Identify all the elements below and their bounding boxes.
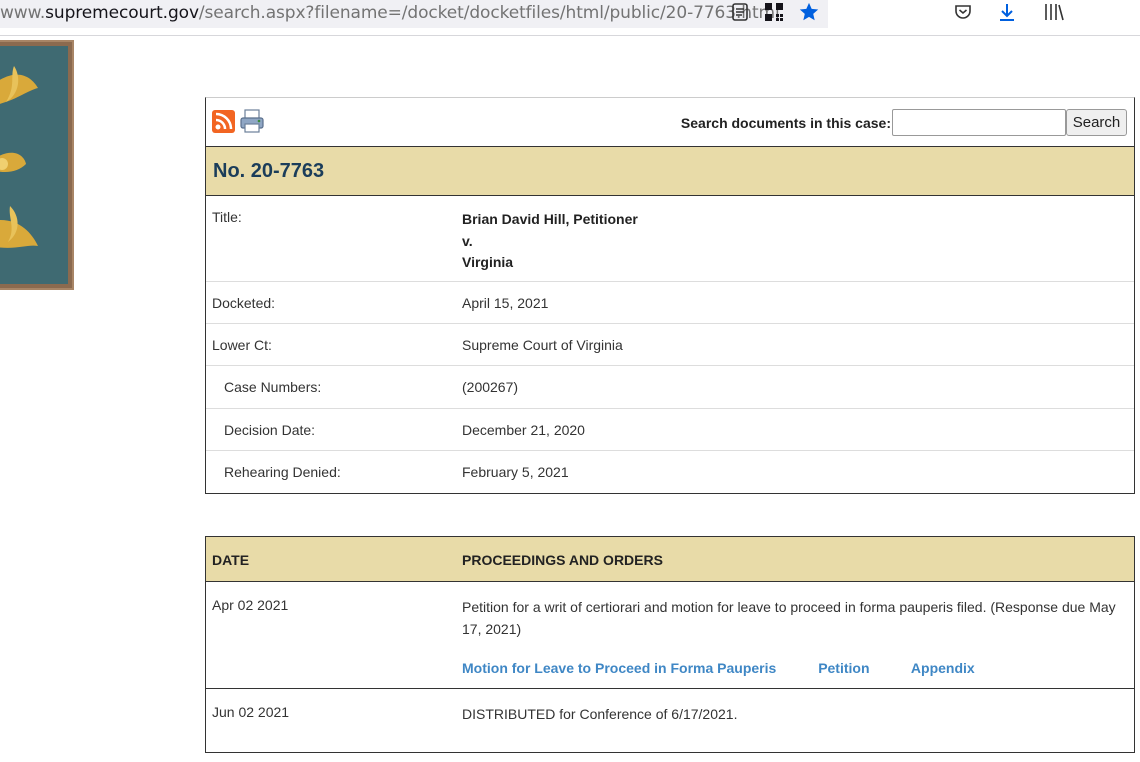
lower-court-label: Lower Ct: bbox=[212, 337, 272, 353]
browser-toolbar: www.supremecourt.gov/search.aspx?filenam… bbox=[0, 0, 1140, 36]
decision-date-row: Decision Date: December 21, 2020 bbox=[206, 409, 1134, 451]
ornament-image bbox=[0, 40, 74, 290]
search-button[interactable]: Search bbox=[1066, 109, 1127, 136]
table-row: Apr 02 2021 Petition for a writ of certi… bbox=[206, 582, 1134, 689]
rehearing-denied-label: Rehearing Denied: bbox=[224, 464, 341, 480]
appendix-link[interactable]: Appendix bbox=[911, 660, 975, 676]
lower-court-row: Lower Ct: Supreme Court of Virginia bbox=[206, 324, 1134, 366]
respondent-name: Virginia bbox=[462, 254, 514, 270]
entry-date: Apr 02 2021 bbox=[212, 597, 289, 613]
proceedings-table: DATE PROCEEDINGS AND ORDERS Apr 02 2021 … bbox=[205, 536, 1135, 753]
rehearing-denied-value: February 5, 2021 bbox=[462, 464, 569, 480]
library-icon[interactable] bbox=[1042, 0, 1066, 24]
versus-text: v. bbox=[462, 232, 473, 249]
download-icon[interactable] bbox=[995, 0, 1019, 24]
case-numbers-value: (200267) bbox=[462, 379, 519, 395]
entry-document-links: Motion for Leave to Proceed in Forma Pau… bbox=[462, 660, 1013, 676]
case-tools-row: Search documents in this case: Search bbox=[206, 98, 1134, 147]
case-title: Brian David Hill, Petitioner v. Virginia bbox=[462, 209, 638, 274]
case-number-heading: No. 20-7763 bbox=[206, 147, 1134, 196]
search-documents-input[interactable] bbox=[892, 109, 1066, 136]
bookmark-star-icon[interactable] bbox=[797, 0, 821, 24]
reader-view-icon[interactable] bbox=[728, 0, 752, 24]
decision-date-label: Decision Date: bbox=[224, 422, 316, 438]
title-row: Title: Brian David Hill, Petitioner v. V… bbox=[206, 196, 1134, 282]
entry-text: DISTRIBUTED for Conference of 6/17/2021. bbox=[462, 706, 738, 722]
case-numbers-label: Case Numbers: bbox=[224, 379, 322, 395]
proceedings-header: DATE PROCEEDINGS AND ORDERS bbox=[206, 537, 1134, 582]
table-row: Jun 02 2021 DISTRIBUTED for Conference o… bbox=[206, 689, 1134, 752]
case-info-table: Search documents in this case: Search No… bbox=[205, 97, 1135, 494]
url-bar[interactable]: www.supremecourt.gov/search.aspx?filenam… bbox=[0, 0, 828, 28]
petitioner-name: Brian David Hill, Petitioner bbox=[462, 211, 638, 227]
entry-text: Petition for a writ of certiorari and mo… bbox=[462, 599, 1116, 637]
date-column-header: DATE bbox=[212, 552, 250, 568]
decision-date-value: December 21, 2020 bbox=[462, 422, 585, 438]
case-numbers-row: Case Numbers: (200267) bbox=[206, 366, 1134, 409]
rss-feed-icon[interactable] bbox=[212, 110, 235, 133]
qr-code-icon[interactable] bbox=[762, 0, 786, 24]
lower-court-value: Supreme Court of Virginia bbox=[462, 337, 623, 353]
docketed-date: April 15, 2021 bbox=[462, 295, 549, 311]
proceedings-column-header: PROCEEDINGS AND ORDERS bbox=[462, 552, 663, 568]
printer-icon[interactable] bbox=[239, 108, 265, 134]
title-label: Title: bbox=[212, 209, 242, 225]
rehearing-denied-row: Rehearing Denied: February 5, 2021 bbox=[206, 451, 1134, 493]
search-documents-label: Search documents in this case: bbox=[680, 115, 891, 131]
docketed-label: Docketed: bbox=[212, 295, 276, 311]
petition-link[interactable]: Petition bbox=[818, 660, 869, 676]
entry-date: Jun 02 2021 bbox=[212, 704, 290, 720]
motion-ifp-link[interactable]: Motion for Leave to Proceed in Forma Pau… bbox=[462, 660, 776, 676]
docketed-row: Docketed: April 15, 2021 bbox=[206, 282, 1134, 324]
url-text[interactable]: www.supremecourt.gov/search.aspx?filenam… bbox=[0, 2, 780, 24]
pocket-icon[interactable] bbox=[951, 0, 975, 24]
